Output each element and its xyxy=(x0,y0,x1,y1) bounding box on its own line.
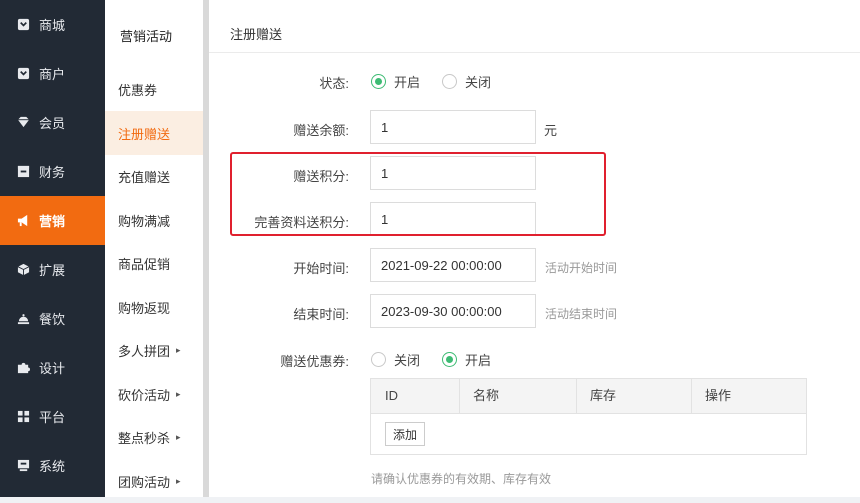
sidebar-item-label: 商城 xyxy=(39,15,65,34)
sidebar-item-label: 扩展 xyxy=(39,260,65,279)
chevron-right-icon: ▸ xyxy=(176,432,181,443)
status-label: 状态: xyxy=(209,73,349,92)
megaphone-icon xyxy=(17,214,30,227)
start-time-hint: 活动开始时间 xyxy=(545,259,617,276)
finance-icon xyxy=(17,165,30,178)
main-content: 注册赠送 状态: 开启 关闭 赠送余额: 1 元 赠送积分: 1 完善资料送积分… xyxy=(209,0,860,497)
radio-label: 开启 xyxy=(394,72,420,91)
subnav-item-label: 团购活动 xyxy=(118,472,170,491)
sidebar-item-label: 营销 xyxy=(39,211,65,230)
column-header-stock: 库存 xyxy=(590,379,616,413)
add-coupon-button[interactable]: 添加 xyxy=(385,422,425,446)
subnav-item-full-reduction[interactable]: 购物满减 xyxy=(105,198,203,242)
chevron-right-icon: ▸ xyxy=(176,476,181,487)
sidebar-item-design[interactable]: 设计 xyxy=(0,343,105,392)
sidebar-item-label: 餐饮 xyxy=(39,309,65,328)
page-title: 注册赠送 xyxy=(230,24,282,43)
subnav-item-label: 注册赠送 xyxy=(118,124,170,143)
subnav-item-flash-sale[interactable]: 整点秒杀 ▸ xyxy=(105,415,203,459)
gift-coupon-radio-off[interactable]: 关闭 xyxy=(371,350,420,369)
status-radio-on[interactable]: 开启 xyxy=(371,72,420,91)
subnav-item-recharge-gift[interactable]: 充值赠送 xyxy=(105,154,203,198)
subnav-item-label: 整点秒杀 xyxy=(118,428,170,447)
subnav-item-group-buy[interactable]: 多人拼团 ▸ xyxy=(105,328,203,372)
chevron-right-icon: ▸ xyxy=(176,389,181,400)
column-header-name: 名称 xyxy=(473,379,499,413)
sidebar-item-label: 设计 xyxy=(39,358,65,377)
main-sidebar: 商城 商户 会员 财务 营销 扩展 餐饮 设计 平台 系统 xyxy=(0,0,105,497)
coupon-note: 请确认优惠券的有效期、库存有效 xyxy=(371,470,551,487)
subnav-item-label: 购物返现 xyxy=(118,298,170,317)
subnav-item-label: 砍价活动 xyxy=(118,385,170,404)
radio-label: 关闭 xyxy=(394,350,420,369)
column-header-id: ID xyxy=(385,379,398,413)
sidebar-item-label: 平台 xyxy=(39,407,65,426)
chevron-right-icon: ▸ xyxy=(176,345,181,356)
sidebar-item-shop[interactable]: 商城 xyxy=(0,0,105,49)
subnav-item-label: 购物满减 xyxy=(118,211,170,230)
monitor-icon xyxy=(17,459,30,472)
gift-balance-input[interactable]: 1 xyxy=(370,110,536,144)
gift-balance-unit: 元 xyxy=(544,120,557,139)
sidebar-item-marketing[interactable]: 营销 xyxy=(0,196,105,245)
subnav-item-coupon[interactable]: 优惠券 xyxy=(105,67,203,111)
start-time-label: 开始时间: xyxy=(209,258,349,277)
subnav-item-label: 充值赠送 xyxy=(118,167,170,186)
sidebar-item-label: 系统 xyxy=(39,456,65,475)
radio-unchecked-icon xyxy=(442,74,457,89)
gift-coupon-radio-on[interactable]: 开启 xyxy=(442,350,491,369)
column-header-action: 操作 xyxy=(705,379,731,413)
shop-icon xyxy=(17,18,30,31)
sidebar-item-merchant[interactable]: 商户 xyxy=(0,49,105,98)
radio-checked-icon xyxy=(371,74,386,89)
coupon-table: ID 名称 库存 操作 添加 xyxy=(370,378,807,455)
sidebar-item-extension[interactable]: 扩展 xyxy=(0,245,105,294)
subnav-item-register-gift[interactable]: 注册赠送 xyxy=(105,111,203,155)
puzzle-icon xyxy=(17,361,30,374)
sidebar-item-dining[interactable]: 餐饮 xyxy=(0,294,105,343)
subnav-item-cashback[interactable]: 购物返现 xyxy=(105,285,203,329)
subnav-item-label: 优惠券 xyxy=(118,80,157,99)
status-radio-off[interactable]: 关闭 xyxy=(442,72,491,91)
column-divider xyxy=(459,379,460,413)
sidebar-item-label: 商户 xyxy=(39,64,65,83)
sidebar-item-member[interactable]: 会员 xyxy=(0,98,105,147)
radio-unchecked-icon xyxy=(371,352,386,367)
subnav-item-label: 商品促销 xyxy=(118,254,170,273)
highlight-box xyxy=(230,152,606,236)
gift-balance-label: 赠送余额: xyxy=(209,120,349,139)
member-icon xyxy=(17,116,30,129)
sidebar-item-platform[interactable]: 平台 xyxy=(0,392,105,441)
column-divider xyxy=(576,379,577,413)
sidebar-item-label: 会员 xyxy=(39,113,65,132)
radio-checked-icon xyxy=(442,352,457,367)
end-time-hint: 活动结束时间 xyxy=(545,305,617,322)
sidebar-item-finance[interactable]: 财务 xyxy=(0,147,105,196)
dining-icon xyxy=(17,312,30,325)
end-time-input[interactable]: 2023-09-30 00:00:00 xyxy=(370,294,536,328)
cube-icon xyxy=(17,263,30,276)
radio-label: 关闭 xyxy=(465,72,491,91)
column-divider xyxy=(691,379,692,413)
grid-icon xyxy=(17,410,30,423)
radio-label: 开启 xyxy=(465,350,491,369)
subnav-title: 营销活动 xyxy=(120,26,172,45)
table-header: ID 名称 库存 操作 xyxy=(371,379,806,414)
start-time-input[interactable]: 2021-09-22 00:00:00 xyxy=(370,248,536,282)
sidebar-item-label: 财务 xyxy=(39,162,65,181)
subnav-item-bargain[interactable]: 砍价活动 ▸ xyxy=(105,372,203,416)
gift-coupon-label: 赠送优惠券: xyxy=(209,351,349,370)
merchant-icon xyxy=(17,67,30,80)
end-time-label: 结束时间: xyxy=(209,304,349,323)
marketing-subnav: 营销活动 « 优惠券 注册赠送 充值赠送 购物满减 商品促销 购物返现 多人拼团… xyxy=(105,0,204,497)
subnav-item-promotion[interactable]: 商品促销 xyxy=(105,241,203,285)
page-header: 注册赠送 xyxy=(209,0,860,53)
subnav-item-team-buy[interactable]: 团购活动 ▸ xyxy=(105,459,203,503)
subnav-item-label: 多人拼团 xyxy=(118,341,170,360)
sidebar-item-system[interactable]: 系统 xyxy=(0,441,105,490)
